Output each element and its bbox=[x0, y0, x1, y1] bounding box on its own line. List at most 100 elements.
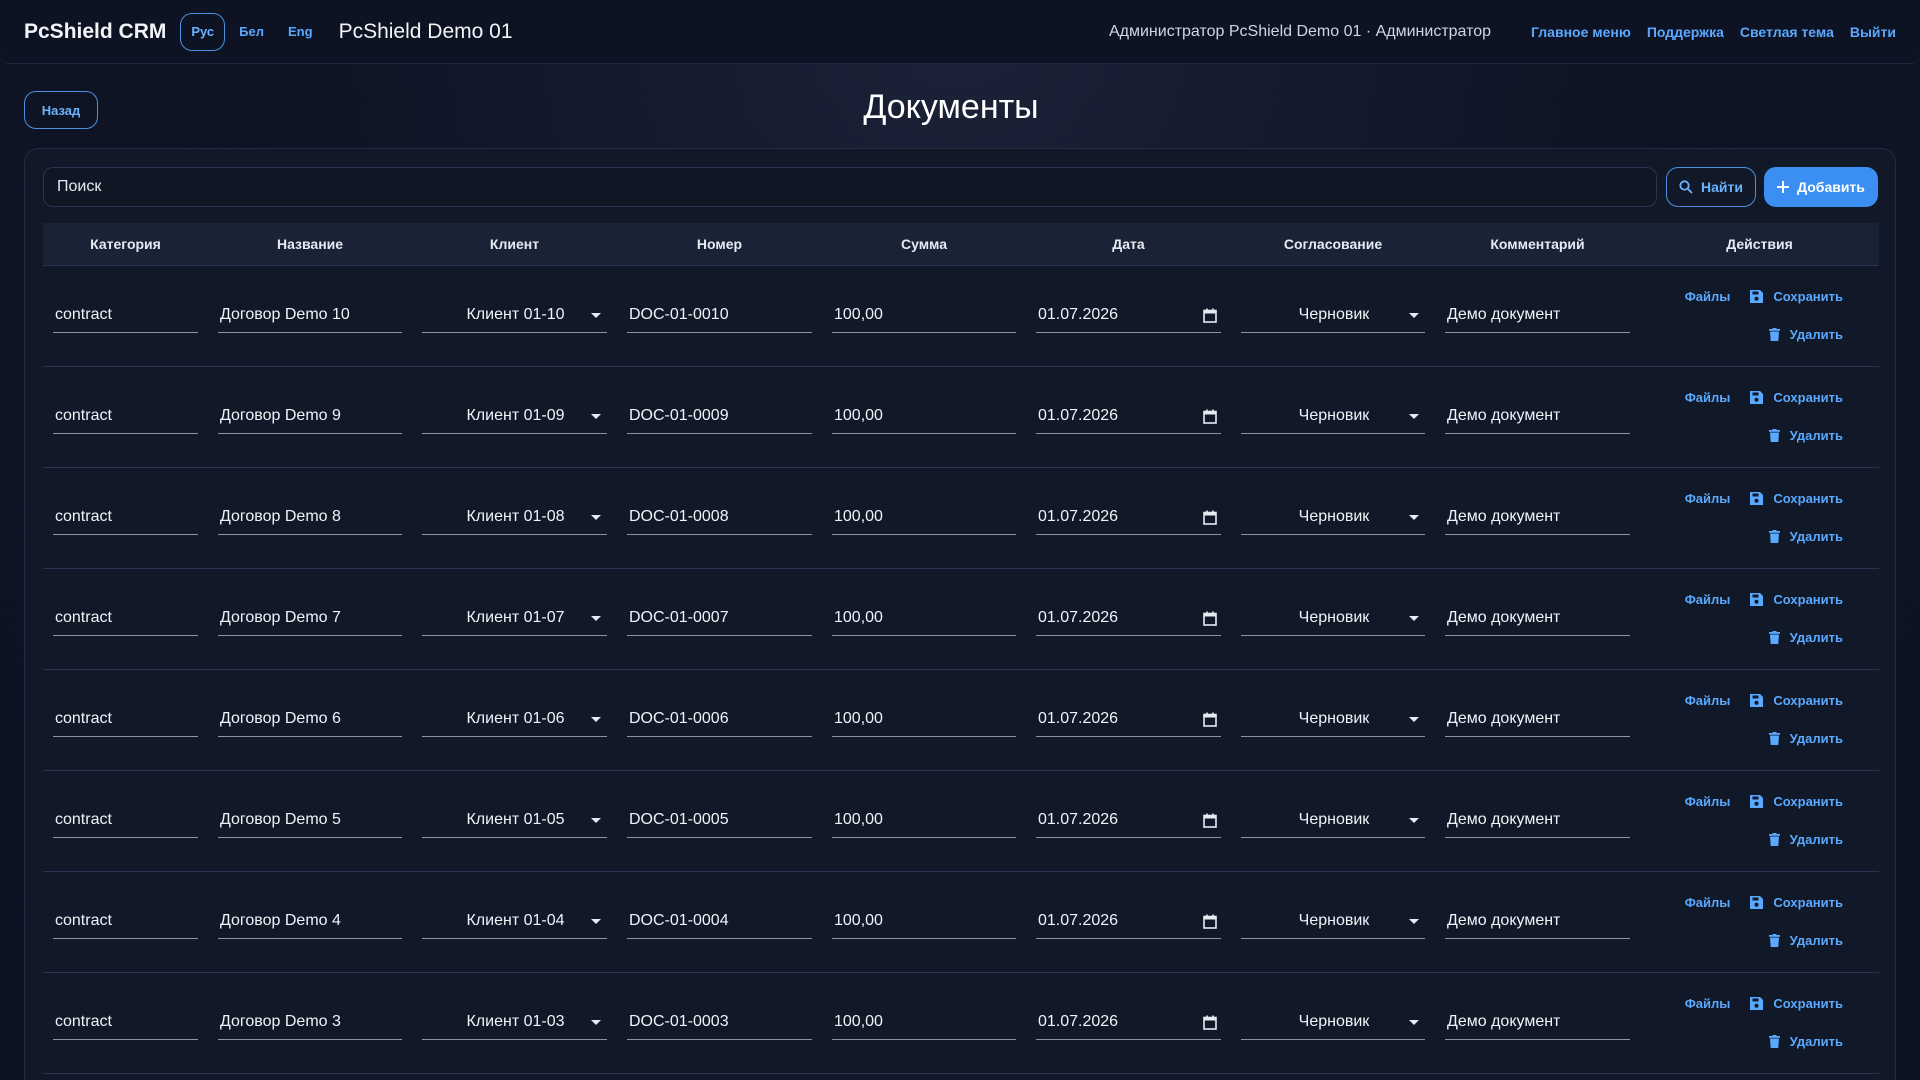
save-button[interactable]: Сохранить bbox=[1750, 996, 1843, 1011]
search-input[interactable] bbox=[43, 167, 1657, 207]
number-input[interactable]: DOC-01-0005 bbox=[627, 804, 812, 838]
approval-select[interactable]: Черновик bbox=[1241, 602, 1425, 636]
amount-input[interactable]: 100,00 bbox=[832, 703, 1016, 737]
number-input[interactable]: DOC-01-0006 bbox=[627, 703, 812, 737]
category-input[interactable]: contract bbox=[53, 602, 198, 636]
number-input[interactable]: DOC-01-0004 bbox=[627, 905, 812, 939]
comment-input[interactable]: Демо документ bbox=[1445, 905, 1630, 939]
delete-button[interactable]: Удалить bbox=[1768, 630, 1843, 645]
theme-toggle-link[interactable]: Светлая тема bbox=[1740, 24, 1834, 40]
comment-input[interactable]: Демо документ bbox=[1445, 602, 1630, 636]
calendar-icon[interactable] bbox=[1203, 1015, 1217, 1030]
comment-input[interactable]: Демо документ bbox=[1445, 804, 1630, 838]
category-input[interactable]: contract bbox=[53, 501, 198, 535]
amount-input[interactable]: 100,00 bbox=[832, 400, 1016, 434]
client-select[interactable]: Клиент 01-08 bbox=[422, 501, 607, 535]
header-number[interactable]: Номер bbox=[617, 223, 822, 266]
header-approval[interactable]: Согласование bbox=[1231, 223, 1435, 266]
save-button[interactable]: Сохранить bbox=[1750, 794, 1843, 809]
files-button[interactable]: Файлы bbox=[1685, 289, 1731, 304]
amount-input[interactable]: 100,00 bbox=[832, 602, 1016, 636]
name-input[interactable]: Договор Demo 4 bbox=[218, 905, 402, 939]
approval-select[interactable]: Черновик bbox=[1241, 804, 1425, 838]
support-link[interactable]: Поддержка bbox=[1647, 24, 1724, 40]
date-input[interactable]: 01.07.2026 bbox=[1036, 905, 1221, 939]
date-input[interactable]: 01.07.2026 bbox=[1036, 501, 1221, 535]
save-button[interactable]: Сохранить bbox=[1750, 491, 1843, 506]
save-button[interactable]: Сохранить bbox=[1750, 289, 1843, 304]
save-button[interactable]: Сохранить bbox=[1750, 895, 1843, 910]
approval-select[interactable]: Черновик bbox=[1241, 1006, 1425, 1040]
calendar-icon[interactable] bbox=[1203, 308, 1217, 323]
category-input[interactable]: contract bbox=[53, 400, 198, 434]
lang-ru-button[interactable]: Рус bbox=[180, 12, 226, 51]
find-button[interactable]: Найти bbox=[1666, 167, 1756, 207]
name-input[interactable]: Договор Demo 9 bbox=[218, 400, 402, 434]
amount-input[interactable]: 100,00 bbox=[832, 501, 1016, 535]
header-category[interactable]: Категория bbox=[43, 223, 208, 266]
date-input[interactable]: 01.07.2026 bbox=[1036, 1006, 1221, 1040]
number-input[interactable]: DOC-01-0009 bbox=[627, 400, 812, 434]
client-select[interactable]: Клиент 01-03 bbox=[422, 1006, 607, 1040]
number-input[interactable]: DOC-01-0003 bbox=[627, 1006, 812, 1040]
header-client[interactable]: Клиент bbox=[412, 223, 617, 266]
delete-button[interactable]: Удалить bbox=[1768, 933, 1843, 948]
client-select[interactable]: Клиент 01-09 bbox=[422, 400, 607, 434]
client-select[interactable]: Клиент 01-10 bbox=[422, 299, 607, 333]
files-button[interactable]: Файлы bbox=[1685, 996, 1731, 1011]
main-menu-link[interactable]: Главное меню bbox=[1531, 24, 1631, 40]
header-comment[interactable]: Комментарий bbox=[1435, 223, 1640, 266]
header-name[interactable]: Название bbox=[208, 223, 412, 266]
category-input[interactable]: contract bbox=[53, 905, 198, 939]
amount-input[interactable]: 100,00 bbox=[832, 905, 1016, 939]
comment-input[interactable]: Демо документ bbox=[1445, 1006, 1630, 1040]
category-input[interactable]: contract bbox=[53, 703, 198, 737]
approval-select[interactable]: Черновик bbox=[1241, 703, 1425, 737]
number-input[interactable]: DOC-01-0008 bbox=[627, 501, 812, 535]
client-select[interactable]: Клиент 01-07 bbox=[422, 602, 607, 636]
files-button[interactable]: Файлы bbox=[1685, 592, 1731, 607]
name-input[interactable]: Договор Demo 7 bbox=[218, 602, 402, 636]
save-button[interactable]: Сохранить bbox=[1750, 390, 1843, 405]
client-select[interactable]: Клиент 01-04 bbox=[422, 905, 607, 939]
client-select[interactable]: Клиент 01-05 bbox=[422, 804, 607, 838]
date-input[interactable]: 01.07.2026 bbox=[1036, 400, 1221, 434]
delete-button[interactable]: Удалить bbox=[1768, 327, 1843, 342]
header-date[interactable]: Дата bbox=[1026, 223, 1231, 266]
comment-input[interactable]: Демо документ bbox=[1445, 400, 1630, 434]
brand-logo[interactable]: PcShield CRM bbox=[24, 20, 166, 44]
calendar-icon[interactable] bbox=[1203, 712, 1217, 727]
name-input[interactable]: Договор Demo 10 bbox=[218, 299, 402, 333]
lang-be-button[interactable]: Бел bbox=[229, 14, 274, 50]
add-button[interactable]: Добавить bbox=[1764, 167, 1878, 207]
comment-input[interactable]: Демо документ bbox=[1445, 299, 1630, 333]
amount-input[interactable]: 100,00 bbox=[832, 1006, 1016, 1040]
calendar-icon[interactable] bbox=[1203, 914, 1217, 929]
name-input[interactable]: Договор Demo 5 bbox=[218, 804, 402, 838]
approval-select[interactable]: Черновик bbox=[1241, 400, 1425, 434]
header-amount[interactable]: Сумма bbox=[822, 223, 1026, 266]
comment-input[interactable]: Демо документ bbox=[1445, 703, 1630, 737]
calendar-icon[interactable] bbox=[1203, 510, 1217, 525]
amount-input[interactable]: 100,00 bbox=[832, 804, 1016, 838]
approval-select[interactable]: Черновик bbox=[1241, 299, 1425, 333]
category-input[interactable]: contract bbox=[53, 299, 198, 333]
delete-button[interactable]: Удалить bbox=[1768, 832, 1843, 847]
client-select[interactable]: Клиент 01-06 bbox=[422, 703, 607, 737]
category-input[interactable]: contract bbox=[53, 804, 198, 838]
date-input[interactable]: 01.07.2026 bbox=[1036, 602, 1221, 636]
comment-input[interactable]: Демо документ bbox=[1445, 501, 1630, 535]
files-button[interactable]: Файлы bbox=[1685, 491, 1731, 506]
files-button[interactable]: Файлы bbox=[1685, 794, 1731, 809]
approval-select[interactable]: Черновик bbox=[1241, 905, 1425, 939]
number-input[interactable]: DOC-01-0010 bbox=[627, 299, 812, 333]
save-button[interactable]: Сохранить bbox=[1750, 592, 1843, 607]
delete-button[interactable]: Удалить bbox=[1768, 731, 1843, 746]
date-input[interactable]: 01.07.2026 bbox=[1036, 299, 1221, 333]
files-button[interactable]: Файлы bbox=[1685, 895, 1731, 910]
delete-button[interactable]: Удалить bbox=[1768, 529, 1843, 544]
approval-select[interactable]: Черновик bbox=[1241, 501, 1425, 535]
delete-button[interactable]: Удалить bbox=[1768, 428, 1843, 443]
calendar-icon[interactable] bbox=[1203, 611, 1217, 626]
name-input[interactable]: Договор Demo 3 bbox=[218, 1006, 402, 1040]
